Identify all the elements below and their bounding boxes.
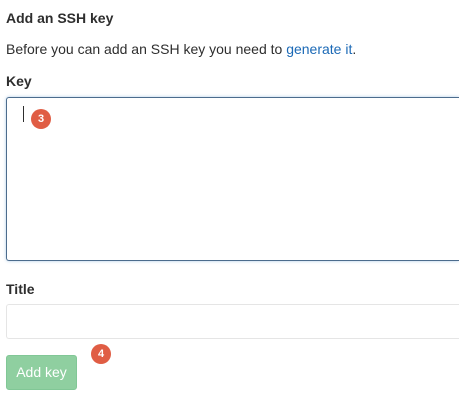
intro-suffix: . [352, 41, 357, 57]
intro-paragraph: Before you can add an SSH key you need t… [6, 41, 356, 57]
page-title: Add an SSH key [6, 10, 114, 26]
ssh-key-page: Add an SSH key Before you can add an SSH… [0, 0, 459, 403]
key-textarea[interactable] [6, 97, 459, 261]
step-badge-3: 3 [31, 109, 51, 129]
key-label: Key [6, 73, 32, 89]
add-key-button[interactable]: Add key [6, 355, 77, 390]
generate-link[interactable]: generate it [286, 41, 352, 57]
intro-text: Before you can add an SSH key you need t… [6, 41, 287, 57]
step-badge-4: 4 [91, 344, 111, 364]
title-input[interactable] [6, 304, 459, 339]
title-label: Title [6, 281, 35, 297]
text-caret [23, 106, 24, 122]
